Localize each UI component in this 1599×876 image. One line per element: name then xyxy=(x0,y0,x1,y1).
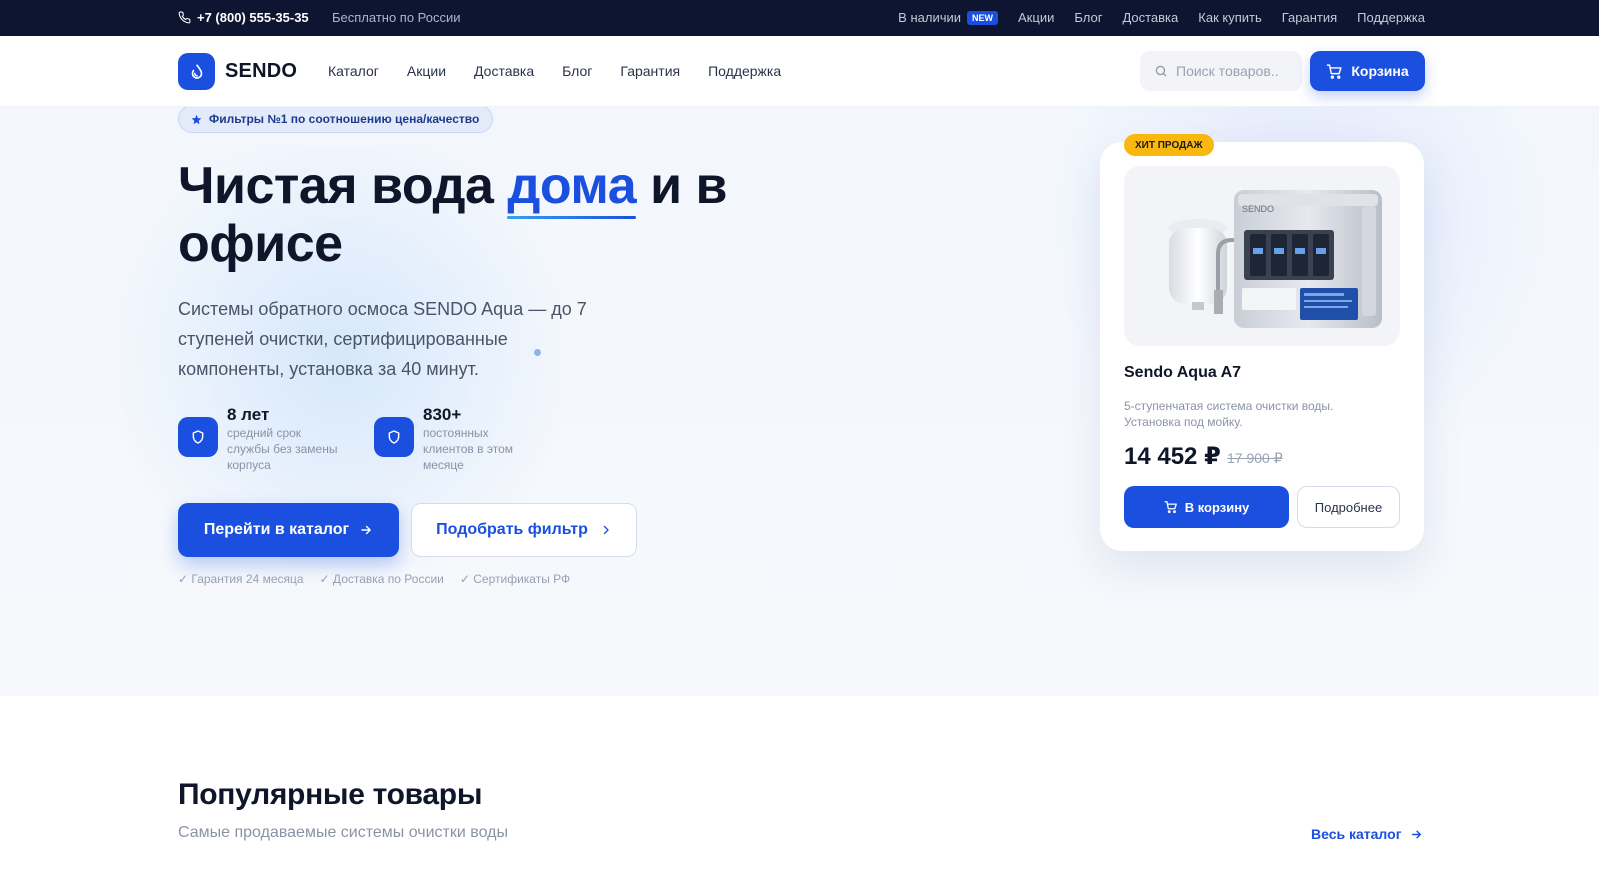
nav-delivery[interactable]: Доставка xyxy=(474,63,534,79)
shield-icon xyxy=(178,417,218,457)
logo-text: SENDO xyxy=(225,60,298,82)
phone-number: +7 (800) 555-35-35 xyxy=(197,10,309,25)
product-name[interactable]: Sendo Aqua A7 xyxy=(1124,364,1241,382)
stat-value: 8 лет xyxy=(227,405,270,424)
pick-filter-label: Подобрать фильтр xyxy=(436,521,588,538)
hero-title-part1: Чистая вода xyxy=(178,157,508,215)
stat-label: средний срок службы без замены корпуса xyxy=(227,426,338,472)
hero-badge-text: Фильтры №1 по соотношению цена/качество xyxy=(209,112,480,126)
hero-title-accent: дома xyxy=(507,157,637,215)
top-bar: +7 (800) 555-35-35 Бесплатно по России В… xyxy=(0,0,1599,36)
guarantee-certificates: ✓ Сертификаты РФ xyxy=(459,572,571,586)
droplet-logo-icon xyxy=(178,53,215,90)
top-link-in-stock[interactable]: В наличии NEW xyxy=(898,10,999,25)
featured-product-card: ХИТ ПРОДАЖ SENDO Sendo Aqua A7 5-ступенч… xyxy=(1100,134,1424,551)
pick-filter-button[interactable]: Подобрать фильтр xyxy=(411,503,637,557)
nav-catalog[interactable]: Каталог xyxy=(328,63,379,79)
all-catalog-link[interactable]: Весь каталог xyxy=(1311,826,1423,842)
nav-warranty[interactable]: Гарантия xyxy=(620,63,680,79)
top-link-blog[interactable]: Блог xyxy=(1074,10,1102,25)
product-description: 5-ступенчатая система очистки воды. Уста… xyxy=(1124,399,1334,429)
main-header: SENDO Каталог Акции Доставка Блог Гарант… xyxy=(0,36,1599,107)
water-filter-illustration: SENDO xyxy=(1169,190,1382,328)
nav-blog[interactable]: Блог xyxy=(562,63,592,79)
stat-clients: 830+ постоянных клиентов в этом месяце xyxy=(374,405,523,473)
arrow-right-icon xyxy=(361,525,371,535)
top-link-sales[interactable]: Акции xyxy=(1018,10,1054,25)
logo[interactable]: SENDO xyxy=(178,53,297,90)
shield-icon xyxy=(374,417,414,457)
top-links: В наличии NEW Акции Блог Доставка Как куп… xyxy=(898,10,1425,25)
star-icon xyxy=(191,114,202,124)
go-to-catalog-button[interactable]: Перейти в каталог xyxy=(178,503,399,557)
hero-section: Фильтры №1 по соотношению цена/качество … xyxy=(0,107,1599,696)
chevron-right-icon xyxy=(603,525,609,535)
popular-section-title: Популярные товары xyxy=(178,778,483,811)
guarantee-warranty: ✓ Гарантия 24 месяца xyxy=(178,572,304,586)
stat-lifetime: 8 лет средний срок службы без замены кор… xyxy=(178,405,342,473)
top-link-delivery[interactable]: Доставка xyxy=(1122,10,1178,25)
nav-support[interactable]: Поддержка xyxy=(708,63,781,79)
popular-section-subtitle: Самые продаваемые системы очистки воды xyxy=(178,824,508,841)
cart-button[interactable]: Корзина xyxy=(1310,51,1425,91)
top-link-warranty[interactable]: Гарантия xyxy=(1282,10,1337,25)
new-badge: NEW xyxy=(967,11,999,25)
decorative-dot xyxy=(534,349,541,356)
guarantee-delivery: ✓ Доставка по России xyxy=(319,572,444,586)
stat-value: 830+ xyxy=(423,405,462,424)
product-price: 14 452 ₽ xyxy=(1124,443,1221,470)
stat-label: постоянных клиентов в этом месяце xyxy=(423,426,513,472)
all-catalog-label: Весь каталог xyxy=(1311,826,1402,842)
top-link-how-to-buy[interactable]: Как купить xyxy=(1198,10,1261,25)
search-box[interactable] xyxy=(1140,51,1302,91)
arrow-right-icon xyxy=(1411,830,1421,838)
phone-icon xyxy=(178,11,191,24)
hero-badge: Фильтры №1 по соотношению цена/качество xyxy=(178,107,494,133)
product-old-price: 17 900 ₽ xyxy=(1227,450,1283,466)
top-link-support[interactable]: Поддержка xyxy=(1357,10,1425,25)
nav-sales[interactable]: Акции xyxy=(407,63,446,79)
hero-guarantees: ✓ Гарантия 24 месяца ✓ Доставка по Росси… xyxy=(178,572,570,586)
free-shipping-note: Бесплатно по России xyxy=(332,10,461,25)
go-to-catalog-label: Перейти в каталог xyxy=(203,521,350,538)
hero-subtitle: Системы обратного осмоса SENDO Aqua — до… xyxy=(178,299,587,379)
details-button[interactable]: Подробнее xyxy=(1297,486,1400,528)
search-icon xyxy=(1155,65,1167,77)
add-to-cart-button[interactable]: В корзину xyxy=(1124,486,1289,528)
device-brand-text: SENDO xyxy=(1242,204,1274,214)
main-nav: Каталог Акции Доставка Блог Гарантия Под… xyxy=(328,63,781,79)
bestseller-badge: ХИТ ПРОДАЖ xyxy=(1124,134,1214,156)
search-input[interactable] xyxy=(1176,63,1286,79)
hero-title: Чистая вода дома и в офисе xyxy=(178,157,778,273)
cart-label: Корзина xyxy=(1351,63,1409,79)
product-image[interactable]: SENDO xyxy=(1124,166,1400,346)
phone-link[interactable]: +7 (800) 555-35-35 xyxy=(178,10,309,25)
add-to-cart-label: В корзину xyxy=(1184,499,1250,515)
cart-icon xyxy=(1164,501,1177,514)
cart-icon xyxy=(1327,63,1342,79)
